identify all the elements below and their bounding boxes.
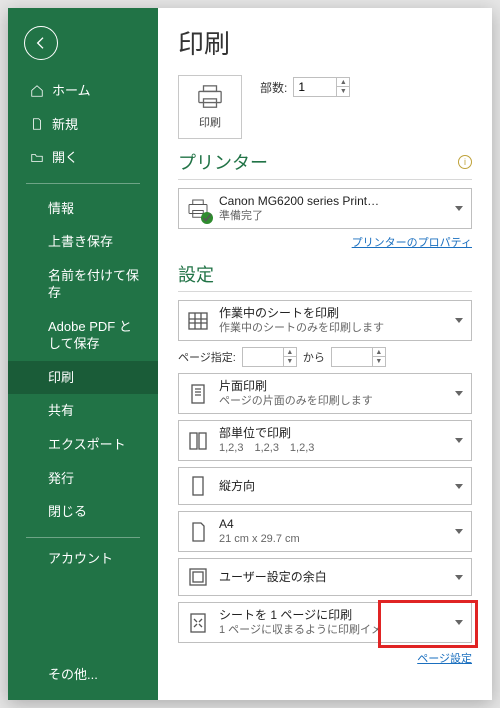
stepper-down-icon[interactable]: ▼ <box>337 87 349 96</box>
home-icon <box>30 84 44 98</box>
chevron-down-icon <box>455 484 463 489</box>
nav-label: 名前を付けて保存 <box>48 267 140 302</box>
arrow-left-icon <box>33 35 49 51</box>
nav-account[interactable]: アカウント <box>8 542 158 576</box>
collate-icon <box>185 428 211 454</box>
chevron-down-icon <box>455 206 463 211</box>
print-button-label: 印刷 <box>199 114 221 130</box>
chevron-down-icon <box>455 318 463 323</box>
pages-label: ページ指定: <box>178 349 236 365</box>
nav-label: 発行 <box>48 470 74 488</box>
backstage-sidebar: ホーム 新規 開く 情報 上書き保存 名前を付けて保存 Adobe PDF とし… <box>8 8 158 700</box>
pages-to-stepper[interactable]: ▲▼ <box>331 347 386 367</box>
folder-icon <box>30 151 44 165</box>
pages-from-stepper[interactable]: ▲▼ <box>242 347 297 367</box>
scaling-dropdown[interactable]: シートを 1 ページに印刷1 ページに収まるように印刷イメ <box>178 602 472 643</box>
copies-input[interactable] <box>294 78 336 96</box>
nav-label: 印刷 <box>48 369 74 387</box>
page-icon <box>185 519 211 545</box>
back-button[interactable] <box>24 26 58 60</box>
nav-more[interactable]: その他... <box>8 658 158 700</box>
printer-name: Canon MG6200 series Print… <box>219 193 445 209</box>
nav-publish[interactable]: 発行 <box>8 462 158 496</box>
nav-label: エクスポート <box>48 436 126 454</box>
pages-sep: から <box>303 349 325 365</box>
settings-section-heading: 設定 <box>178 261 214 287</box>
nav-print[interactable]: 印刷 <box>8 361 158 395</box>
info-icon[interactable]: i <box>458 155 472 169</box>
nav-home[interactable]: ホーム <box>8 74 158 108</box>
nav-adobe-pdf[interactable]: Adobe PDF として保存 <box>8 310 158 361</box>
page-title: 印刷 <box>178 24 472 61</box>
sheet-grid-icon <box>185 308 211 334</box>
printer-icon <box>195 84 225 110</box>
nav-label: その他... <box>48 666 98 684</box>
orientation-dropdown[interactable]: 縦方向 <box>178 467 472 505</box>
print-area-dropdown[interactable]: 作業中のシートを印刷 作業中のシートのみを印刷します <box>178 300 472 341</box>
nav-label: 開く <box>52 149 78 167</box>
copies-label: 部数: <box>260 79 287 96</box>
print-button[interactable]: 印刷 <box>178 75 242 139</box>
pages-from-input[interactable] <box>243 348 283 366</box>
paper-size-dropdown[interactable]: A421 cm x 29.7 cm <box>178 511 472 552</box>
printer-dropdown[interactable]: Canon MG6200 series Print… 準備完了 <box>178 188 472 229</box>
chevron-down-icon <box>455 529 463 534</box>
nav-export[interactable]: エクスポート <box>8 428 158 462</box>
nav-share[interactable]: 共有 <box>8 394 158 428</box>
printer-properties-link[interactable]: プリンターのプロパティ <box>352 237 472 249</box>
nav-label: 共有 <box>48 402 74 420</box>
nav-label: 情報 <box>48 200 74 218</box>
nav-save-as[interactable]: 名前を付けて保存 <box>8 259 158 310</box>
print-pane: 印刷 印刷 部数: ▲▼ プリンター i <box>158 8 492 700</box>
nav-label: 閉じる <box>48 503 87 521</box>
printer-status: 準備完了 <box>219 209 445 224</box>
collate-dropdown[interactable]: 部単位で印刷1,2,3 1,2,3 1,2,3 <box>178 420 472 461</box>
nav-open[interactable]: 開く <box>8 141 158 175</box>
nav-save[interactable]: 上書き保存 <box>8 225 158 259</box>
chevron-down-icon <box>455 391 463 396</box>
single-side-icon <box>185 381 211 407</box>
nav-label: 新規 <box>52 116 78 134</box>
nav-close[interactable]: 閉じる <box>8 495 158 529</box>
chevron-down-icon <box>455 575 463 580</box>
nav-label: アカウント <box>48 550 113 568</box>
chevron-down-icon <box>455 438 463 443</box>
nav-label: Adobe PDF として保存 <box>48 318 140 353</box>
file-icon <box>30 117 44 131</box>
page-setup-link[interactable]: ページ設定 <box>417 653 472 665</box>
nav-new[interactable]: 新規 <box>8 108 158 142</box>
nav-label: ホーム <box>52 82 91 100</box>
copies-stepper[interactable]: ▲▼ <box>293 77 350 97</box>
pages-to-input[interactable] <box>332 348 372 366</box>
margins-dropdown[interactable]: ユーザー設定の余白 <box>178 558 472 596</box>
margins-icon <box>185 564 211 590</box>
fit-page-icon <box>185 610 211 636</box>
nav-label: 上書き保存 <box>48 233 113 251</box>
chevron-down-icon <box>455 620 463 625</box>
printer-ready-icon <box>185 196 211 222</box>
nav-info[interactable]: 情報 <box>8 192 158 226</box>
printer-section-heading: プリンター <box>178 149 268 175</box>
sides-dropdown[interactable]: 片面印刷ページの片面のみを印刷します <box>178 373 472 414</box>
portrait-icon <box>185 473 211 499</box>
stepper-up-icon[interactable]: ▲ <box>337 78 349 87</box>
